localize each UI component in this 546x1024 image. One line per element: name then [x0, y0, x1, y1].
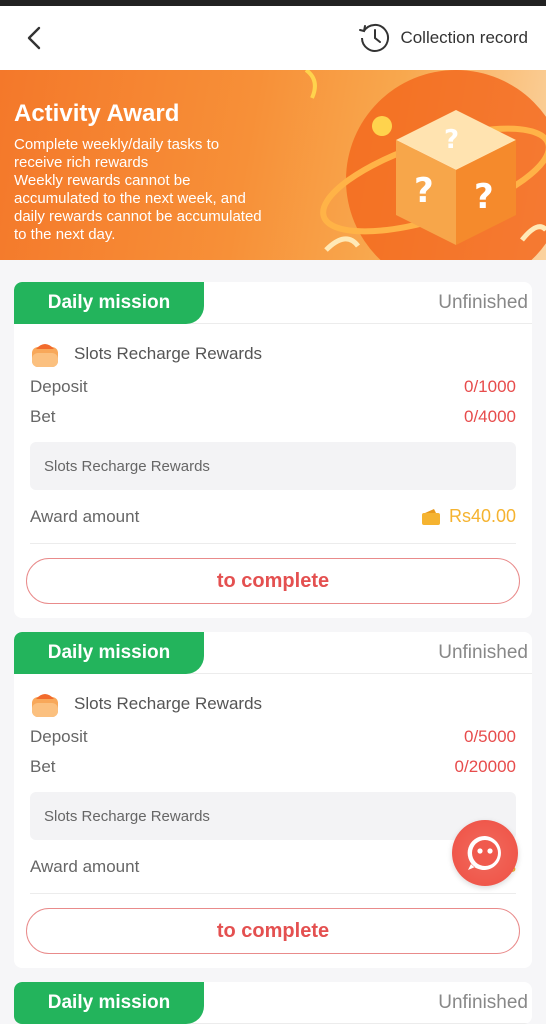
deposit-label: Deposit — [30, 377, 88, 396]
deposit-row: Deposit 0/1000 — [30, 372, 516, 402]
task-name: Slots Recharge Rewards — [74, 694, 263, 713]
deposit-progress: 0/1000 — [464, 377, 516, 396]
mission-card: Daily mission Unfinished Slots Recharge … — [14, 632, 532, 968]
task-name: Slots Recharge Rewards — [74, 344, 263, 363]
bet-row: Bet 0/20000 — [30, 752, 516, 782]
banner-desc-line: Complete weekly/daily tasks to — [14, 136, 220, 153]
bet-label: Bet — [30, 407, 56, 426]
banner-desc-line: receive rich rewards — [14, 154, 149, 171]
mission-description: Slots Recharge Rewards — [30, 442, 516, 490]
chat-support-button[interactable] — [452, 820, 518, 886]
award-value: Rs40.00 — [448, 506, 516, 526]
orange-wallet-icon — [32, 344, 58, 367]
task-title-row: Slots Recharge Rewards — [30, 686, 516, 722]
deposit-label: Deposit — [30, 727, 88, 746]
mission-type-tab: Daily mission — [14, 282, 204, 324]
mission-card: Daily mission Unfinished Slots Recharge … — [14, 282, 532, 618]
top-header: Collection record — [0, 6, 546, 70]
mystery-box-illustration: ? ? ? — [304, 70, 546, 260]
to-complete-button[interactable]: to complete — [26, 558, 520, 604]
collection-record-label: Collection record — [400, 28, 528, 47]
mission-card-header: Daily mission Unfinished — [14, 632, 532, 674]
bet-progress: 0/4000 — [464, 407, 516, 426]
deposit-progress: 0/5000 — [464, 727, 516, 746]
back-button[interactable] — [20, 24, 48, 52]
collection-record-link[interactable]: Collection record — [358, 21, 528, 55]
svg-text:?: ? — [474, 177, 494, 217]
mission-type-tab: Daily mission — [14, 982, 204, 1024]
banner-description: Complete weekly/daily tasks to receive r… — [14, 136, 320, 244]
banner-desc-line: daily rewards cannot be accumulated — [14, 208, 262, 225]
yellow-wallet-icon — [421, 508, 440, 525]
svg-text:?: ? — [444, 125, 459, 155]
activity-banner: Activity Award Complete weekly/daily tas… — [0, 70, 546, 260]
bet-label: Bet — [30, 757, 56, 776]
mission-status: Unfinished — [438, 641, 528, 663]
to-complete-button[interactable]: to complete — [26, 908, 520, 954]
award-label: Award amount — [30, 506, 140, 526]
history-clock-icon — [359, 23, 390, 52]
banner-title: Activity Award — [14, 100, 180, 127]
bet-progress: 0/20000 — [454, 757, 516, 776]
orange-wallet-icon — [32, 694, 58, 717]
chevron-left-icon — [27, 26, 41, 50]
award-label: Award amount — [30, 856, 140, 876]
bet-row: Bet 0/4000 — [30, 402, 516, 432]
mission-status: Unfinished — [438, 991, 528, 1013]
mission-card: Daily mission Unfinished — [14, 982, 532, 1024]
mission-status: Unfinished — [438, 291, 528, 313]
task-title-row: Slots Recharge Rewards — [30, 336, 516, 372]
banner-desc-line: Weekly rewards cannot be — [14, 172, 191, 189]
award-row: Award amount Rs40.00 — [30, 490, 516, 544]
chat-bubble-icon — [467, 835, 501, 870]
award-row: Award amount Rs — [30, 840, 516, 894]
mission-card-header: Daily mission Unfinished — [14, 982, 532, 1024]
banner-desc-line: to the next day. — [14, 226, 116, 243]
deposit-row: Deposit 0/5000 — [30, 722, 516, 752]
mission-card-header: Daily mission Unfinished — [14, 282, 532, 324]
mission-type-tab: Daily mission — [14, 632, 204, 674]
svg-text:?: ? — [414, 171, 434, 211]
mission-description: Slots Recharge Rewards — [30, 792, 516, 840]
banner-desc-line: accumulated to the next week, and — [14, 190, 246, 207]
award-amount: Rs40.00 — [421, 506, 516, 527]
